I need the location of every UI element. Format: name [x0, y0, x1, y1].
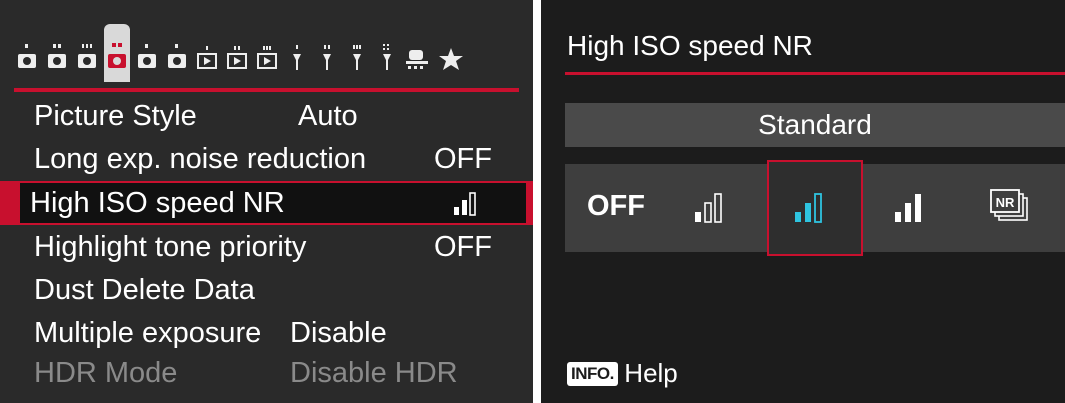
- screen-title: High ISO speed NR: [567, 30, 813, 61]
- menu-item-label: Highlight tone priority: [34, 231, 307, 263]
- tab-setup-2[interactable]: [314, 30, 340, 92]
- camera-shooting-icon: [108, 43, 126, 68]
- camera-shooting-icon: [48, 44, 66, 68]
- nr-standard-icon: [454, 192, 476, 216]
- menu-item-dust-delete-data[interactable]: Dust Delete Data: [20, 270, 520, 310]
- nr-option-strip: OFF NR: [565, 160, 1065, 256]
- nr-standard-icon: [795, 193, 822, 223]
- playback-icon: [257, 46, 277, 69]
- setup-wrench-icon: [353, 45, 361, 70]
- menu-item-label: Picture Style: [34, 100, 197, 132]
- playback-icon: [197, 46, 217, 69]
- menu-item-value: Disable: [290, 317, 387, 349]
- current-setting-label: Standard: [565, 103, 1065, 147]
- info-button-badge: INFO.: [567, 361, 618, 386]
- nr-multishot-icon: NR: [990, 189, 1028, 221]
- help-label: Help: [624, 358, 678, 388]
- my-menu-star-icon: [439, 48, 463, 70]
- nr-low-icon: [695, 193, 722, 223]
- nr-option-off[interactable]: OFF: [569, 164, 661, 252]
- help-hint[interactable]: INFO. Help: [567, 358, 678, 390]
- tab-underline: [14, 88, 519, 92]
- playback-icon: [227, 46, 247, 69]
- camera-shooting-menu: Picture Style Auto Long exp. noise reduc…: [0, 0, 533, 403]
- menu-item-value: OFF: [434, 231, 492, 263]
- svg-text:NR: NR: [996, 195, 1015, 210]
- custom-functions-icon: [406, 50, 428, 69]
- menu-item-highlight-tone-priority[interactable]: Highlight tone priority OFF: [20, 227, 520, 267]
- tab-setup-3[interactable]: [344, 30, 370, 92]
- menu-item-hdr-mode: HDR Mode Disable HDR: [20, 353, 520, 393]
- menu-item-label: Long exp. noise reduction: [34, 143, 367, 175]
- setup-wrench-icon: [383, 44, 391, 70]
- menu-item-label: Dust Delete Data: [34, 274, 255, 306]
- tab-playback-2[interactable]: [224, 30, 250, 92]
- nr-option-high[interactable]: [869, 164, 961, 252]
- setup-wrench-icon: [293, 45, 301, 70]
- menu-item-high-iso-speed-nr[interactable]: High ISO speed NR: [14, 181, 528, 225]
- tab-setup-1[interactable]: [284, 30, 310, 92]
- camera-shooting-icon: [138, 44, 156, 68]
- camera-shooting-icon: [78, 44, 96, 68]
- tab-my-menu[interactable]: [438, 30, 464, 92]
- option-label: OFF: [587, 190, 645, 222]
- camera-shooting-icon: [18, 44, 36, 68]
- title-divider: [565, 72, 1065, 75]
- tab-custom-functions[interactable]: [404, 30, 430, 92]
- menu-item-value: Auto: [298, 100, 358, 132]
- tab-shooting-1[interactable]: [14, 30, 40, 92]
- menu-tab-bar: [14, 24, 520, 92]
- camera-shooting-icon: [168, 44, 186, 68]
- nr-option-low[interactable]: [669, 164, 761, 252]
- tab-playback-3[interactable]: [254, 30, 280, 92]
- tab-playback-1[interactable]: [194, 30, 220, 92]
- tab-shooting-6[interactable]: [164, 30, 190, 92]
- tab-shooting-3[interactable]: [74, 30, 100, 92]
- tab-shooting-4[interactable]: [104, 24, 130, 82]
- tab-shooting-5[interactable]: [134, 30, 160, 92]
- nr-high-icon: [895, 194, 921, 222]
- selection-marker-left: [0, 181, 16, 225]
- menu-item-multiple-exposure[interactable]: Multiple exposure Disable: [20, 313, 520, 353]
- menu-item-label: Multiple exposure: [34, 317, 262, 349]
- nr-option-multishot[interactable]: NR: [969, 164, 1061, 252]
- setup-wrench-icon: [323, 45, 331, 70]
- menu-item-picture-style[interactable]: Picture Style Auto: [20, 96, 520, 136]
- nr-setting-screen: High ISO speed NR Standard OFF NR INFO. …: [541, 0, 1065, 403]
- tab-shooting-2[interactable]: [44, 30, 70, 92]
- tab-setup-4[interactable]: [374, 30, 400, 92]
- menu-item-label: HDR Mode: [34, 357, 178, 389]
- menu-item-long-exp-noise-reduction[interactable]: Long exp. noise reduction OFF: [20, 139, 520, 179]
- menu-item-value: OFF: [434, 143, 492, 175]
- menu-item-value: Disable HDR: [290, 357, 458, 389]
- nr-option-standard[interactable]: [767, 160, 863, 256]
- menu-item-label: High ISO speed NR: [30, 187, 285, 219]
